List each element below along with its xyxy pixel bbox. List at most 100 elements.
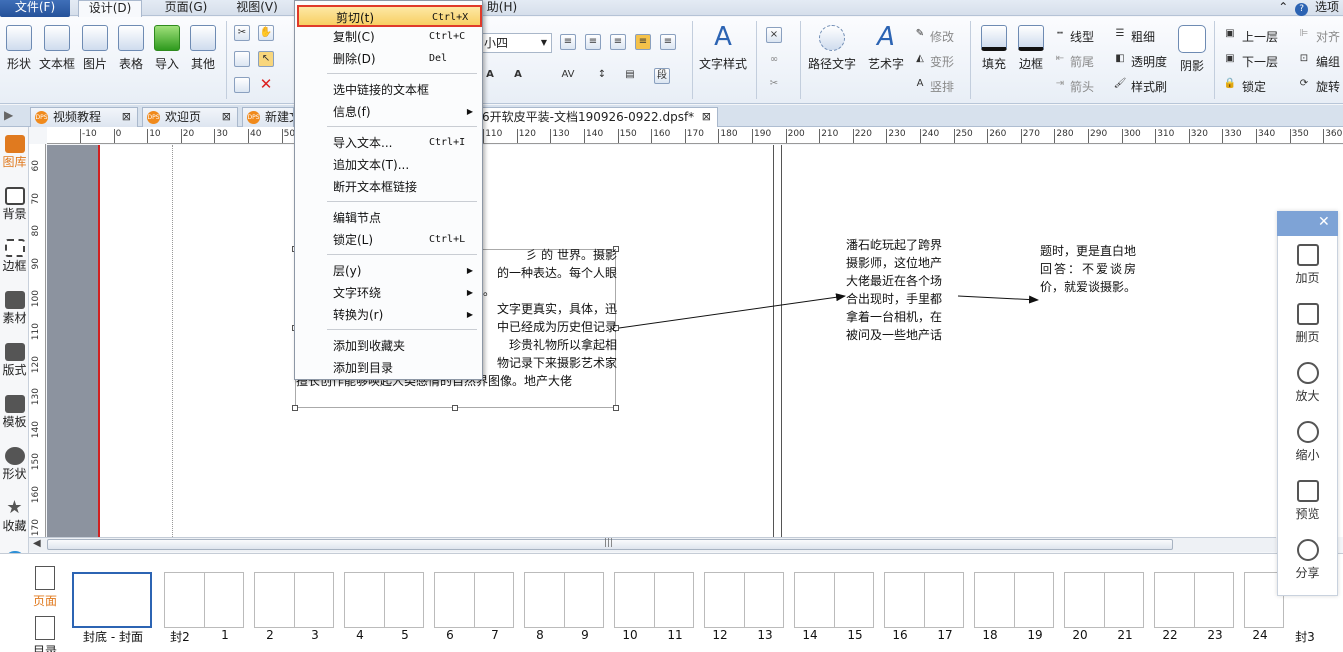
menu-item-label: 复制(C)	[333, 30, 375, 44]
menu-separator	[327, 126, 477, 127]
page-thumb[interactable]	[884, 572, 964, 628]
page-thumb[interactable]	[524, 572, 604, 628]
zoom-out-label: 缩小	[1295, 448, 1320, 462]
menu-item-info[interactable]: 信息(f) ▶	[296, 101, 481, 123]
menu-item-label: 层(y)	[333, 264, 362, 278]
delete-page-icon	[1296, 303, 1319, 325]
menu-item-shortcut: Ctrl+C	[429, 31, 466, 42]
menu-item-lock[interactable]: 锁定(L) Ctrl+L	[296, 229, 481, 251]
add-page-button[interactable]: 加页	[1277, 244, 1338, 286]
page-label: 20	[1072, 628, 1088, 642]
menu-item-label: 文字环绕	[333, 286, 382, 300]
menu-item-delete[interactable]: 删除(D) Del	[296, 48, 481, 70]
thumb-fold	[744, 573, 745, 627]
context-menu: 剪切(t) Ctrl+X 复制(C) Ctrl+C 删除(D) Del 选中链接的文本…	[294, 0, 483, 380]
page-label: 17	[937, 628, 953, 642]
toc-icon	[35, 616, 55, 640]
menu-item-label: 添加到收藏夹	[333, 339, 406, 353]
app-window: 文件(F) 设计(D) 页面(G) 视图(V) 助(H) ⌃ ? 选项 形状 文…	[0, 0, 1343, 652]
thumb-fold	[294, 573, 295, 627]
page-label: 12	[712, 628, 728, 642]
menu-item-text-wrap[interactable]: 文字环绕 ▶	[296, 282, 481, 304]
menu-item-edit-nodes[interactable]: 编辑节点	[296, 207, 481, 229]
pages-tool[interactable]: 页面	[30, 566, 60, 609]
menu-separator	[327, 329, 477, 330]
link-arrow	[957, 295, 1039, 304]
page-thumb-selected[interactable]	[72, 572, 152, 628]
menu-item-select-linked[interactable]: 选中链接的文本框	[296, 79, 481, 101]
menu-item-label: 导入文本...	[333, 136, 393, 150]
link-arrow	[618, 293, 846, 329]
toc-tool[interactable]: 目录	[30, 616, 60, 652]
menu-separator	[327, 73, 477, 74]
page-label: 18	[982, 628, 998, 642]
share-label: 分享	[1295, 566, 1320, 580]
page-thumb[interactable]	[794, 572, 874, 628]
zoom-in-button[interactable]: 放大	[1277, 362, 1338, 404]
page-thumb[interactable]	[254, 572, 334, 628]
grip-icon: |||	[604, 538, 614, 548]
menu-item-label: 删除(D)	[333, 52, 376, 66]
submenu-arrow-icon: ▶	[466, 310, 473, 319]
menu-item-convert[interactable]: 转换为(r) ▶	[296, 304, 481, 326]
menu-item-label: 锁定(L)	[333, 233, 374, 247]
page-thumb[interactable]	[434, 572, 514, 628]
page-thumb[interactable]	[164, 572, 244, 628]
page-label: 6	[446, 628, 454, 642]
page-label: 封3	[1295, 630, 1315, 644]
page-thumb[interactable]	[344, 572, 424, 628]
page-label: 封2	[170, 630, 190, 644]
thumb-fold	[204, 573, 205, 627]
menu-item-label: 追加文本(T)...	[333, 158, 410, 172]
page-thumb[interactable]	[1064, 572, 1144, 628]
page-label: 8	[536, 628, 544, 642]
page-label: 10	[622, 628, 638, 642]
page-thumb[interactable]	[1154, 572, 1234, 628]
pages-icon	[35, 566, 55, 590]
menu-item-append-text[interactable]: 追加文本(T)...	[296, 154, 481, 176]
zoom-out-button[interactable]: 缩小	[1277, 421, 1338, 463]
preview-button[interactable]: 预览	[1277, 480, 1338, 522]
thumb-fold	[384, 573, 385, 627]
page-thumb[interactable]	[974, 572, 1054, 628]
page-label: 16	[892, 628, 908, 642]
page-thumb[interactable]	[704, 572, 784, 628]
menu-item-cut[interactable]: 剪切(t) Ctrl+X	[297, 5, 482, 27]
thumb-fold	[1014, 573, 1015, 627]
delete-page-button[interactable]: 删页	[1277, 303, 1338, 345]
menu-item-shortcut: Ctrl+I	[429, 137, 466, 148]
page-label: 7	[491, 628, 499, 642]
page-label: 2	[266, 628, 274, 642]
page-label: 22	[1162, 628, 1178, 642]
pages-tool-label: 页面	[32, 594, 57, 608]
thumb-fold	[924, 573, 925, 627]
menu-item-label: 编辑节点	[333, 211, 382, 225]
menu-item-label: 添加到目录	[333, 361, 394, 375]
menu-item-label: 选中链接的文本框	[333, 83, 430, 97]
zoom-in-icon	[1296, 362, 1319, 384]
menu-item-layer[interactable]: 层(y) ▶	[296, 260, 481, 282]
page-label: 13	[757, 628, 773, 642]
menu-item-label: 信息(f)	[333, 105, 371, 119]
scroll-left-icon[interactable]: ◀	[33, 538, 41, 549]
menu-item-add-favorites[interactable]: 添加到收藏夹	[296, 335, 481, 357]
page-label: 9	[581, 628, 589, 642]
delete-page-label: 删页	[1295, 330, 1320, 344]
menu-item-copy[interactable]: 复制(C) Ctrl+C	[296, 26, 481, 48]
page-thumb[interactable]	[614, 572, 694, 628]
share-button[interactable]: 分享	[1277, 539, 1338, 581]
menu-item-add-toc[interactable]: 添加到目录	[296, 357, 481, 379]
zoom-out-icon	[1296, 421, 1319, 443]
wechat-icon	[1296, 539, 1319, 561]
menu-item-shortcut: Ctrl+L	[429, 234, 466, 245]
page-label: 21	[1117, 628, 1133, 642]
menu-item-import-text[interactable]: 导入文本... Ctrl+I	[296, 132, 481, 154]
thumb-fold	[654, 573, 655, 627]
zoom-in-label: 放大	[1295, 389, 1320, 403]
menu-item-break-link[interactable]: 断开文本框链接	[296, 176, 481, 198]
page-label: 3	[311, 628, 319, 642]
page-label: 24	[1252, 628, 1268, 642]
close-icon[interactable]: ✕	[1318, 214, 1330, 230]
page-label: 23	[1207, 628, 1223, 642]
add-page-icon	[1296, 244, 1319, 266]
